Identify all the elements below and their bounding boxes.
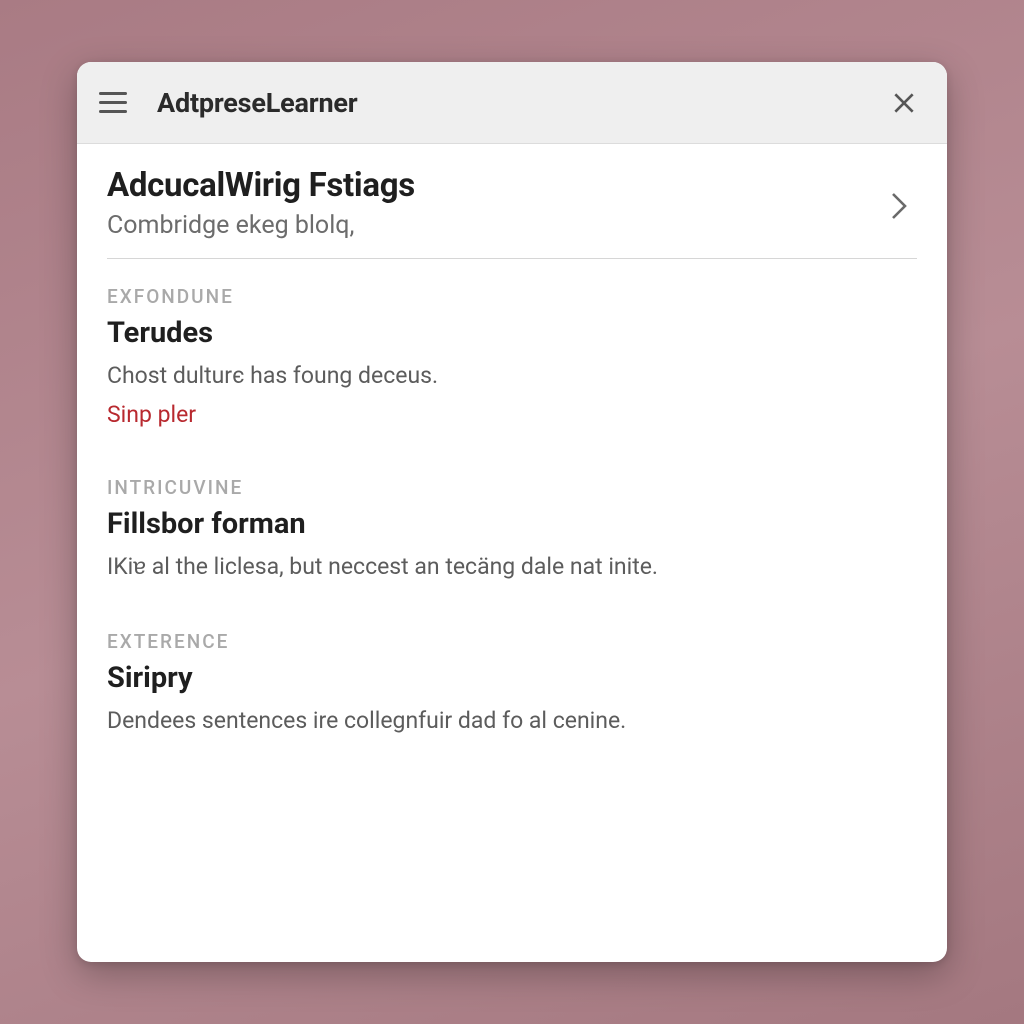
close-button[interactable]	[887, 86, 921, 120]
app-title: AdtpreseLearner	[157, 87, 357, 119]
section-title: Terudes	[107, 316, 917, 350]
section-label: INTRICUVINE	[107, 476, 917, 499]
hero-subtitle: Combridge ekeg blolq,	[107, 211, 879, 240]
hero-title: AdcucalWirig Fstiags	[107, 166, 879, 205]
app-bar: AdtpreseLearner	[77, 62, 947, 144]
section-title: Siripry	[107, 661, 917, 695]
section-title: Fillsbor forman	[107, 507, 917, 541]
section-intricuvine: INTRICUVINE Fillsbor forman IKiɐ al the …	[107, 476, 917, 582]
section-link[interactable]: Sinp pler	[107, 401, 196, 428]
section-body: Dendees sentences ire collegnfuir dad fo…	[107, 705, 917, 736]
hero-row[interactable]: AdcucalWirig Fstiags Combridge ekeg blol…	[107, 166, 917, 259]
section-exfondune: EXFONDUNE Terudes Chost dulturє has foun…	[107, 285, 917, 428]
content-area: AdcucalWirig Fstiags Combridge ekeg blol…	[77, 144, 947, 962]
section-label: EXTERENCE	[107, 630, 917, 653]
menu-icon[interactable]	[99, 86, 133, 120]
section-exterence: EXTERENCE Siripry Dendees sentences ire …	[107, 630, 917, 736]
section-label: EXFONDUNE	[107, 285, 917, 308]
section-body: IKiɐ al the liclesa, but neccest an tecä…	[107, 551, 917, 582]
section-body: Chost dulturє has foung deceus.	[107, 360, 917, 391]
dialog-card: AdtpreseLearner AdcucalWirig Fstiags Com…	[77, 62, 947, 962]
chevron-right-icon[interactable]	[879, 186, 919, 226]
